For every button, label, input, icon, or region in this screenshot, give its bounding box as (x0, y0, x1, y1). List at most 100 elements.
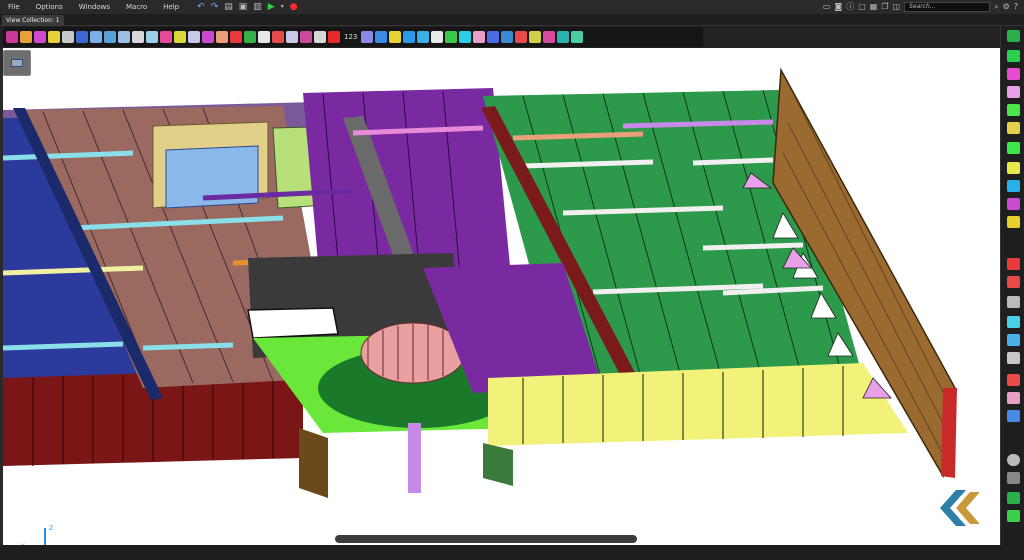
menu-help[interactable]: Help (155, 0, 187, 14)
flag-icon[interactable] (473, 31, 486, 43)
layer-icon[interactable] (375, 31, 388, 43)
screen-icon[interactable]: ▢ (858, 0, 866, 14)
settings-icon[interactable]: ⚙ (1003, 0, 1010, 14)
measure-icon[interactable] (286, 31, 298, 43)
application-window: { "menu": { "items": [ {"label": "File"}… (0, 0, 1024, 560)
undo-icon[interactable]: ↶ (197, 0, 205, 14)
rotate-icon[interactable] (202, 31, 214, 43)
tool-strip: 123 (3, 27, 703, 47)
plate-edit-icon[interactable] (272, 31, 284, 43)
search-icon[interactable]: ⌕ (994, 0, 998, 14)
pin-icon[interactable] (459, 31, 472, 43)
collapse-icon[interactable] (1007, 334, 1020, 346)
hand-icon[interactable] (1007, 122, 1020, 134)
sphere-grey-icon[interactable] (1007, 454, 1020, 466)
select-icon[interactable] (118, 31, 130, 43)
analysis-icon[interactable] (431, 31, 444, 43)
dimension-icon[interactable] (188, 31, 200, 43)
label-icon[interactable] (300, 31, 312, 43)
green-cube-icon[interactable] (1007, 30, 1020, 42)
filter-icon[interactable] (104, 31, 116, 43)
status-bar (0, 545, 1024, 560)
axis-icon[interactable] (1007, 276, 1020, 288)
stack-icon[interactable] (1007, 472, 1020, 484)
redo-icon[interactable]: ↷ (211, 0, 219, 14)
window-icon[interactable]: ▭ (823, 0, 831, 14)
open-icon[interactable]: ▤ (224, 0, 233, 14)
plate-icon[interactable] (48, 31, 60, 43)
mesh-icon[interactable] (361, 31, 374, 43)
surface-icon[interactable] (160, 31, 172, 43)
tool-icon[interactable] (1007, 296, 1020, 308)
point-icon[interactable] (174, 31, 186, 43)
weld-icon[interactable] (314, 31, 326, 43)
copy-icon[interactable] (1007, 86, 1020, 98)
stiffener-icon[interactable] (244, 31, 256, 43)
dropdown-icon[interactable]: ▾ (281, 0, 284, 14)
dimension-icon[interactable] (1007, 142, 1020, 154)
dock-icon[interactable]: ◫ (893, 0, 901, 14)
tab-bar: View Collection: 1 (0, 14, 1024, 26)
save-icon[interactable]: ▣ (239, 0, 248, 14)
grid-icon[interactable]: ▦ (870, 0, 878, 14)
arrow-icon[interactable] (1007, 258, 1020, 270)
arrow-down-icon[interactable] (389, 31, 402, 43)
3d-viewport[interactable]: Z Y X (3, 48, 1000, 545)
paint-icon[interactable] (1007, 198, 1020, 210)
info-icon[interactable]: ⓘ (846, 0, 854, 14)
sphere-icon[interactable] (20, 31, 32, 43)
horizontal-scrollbar[interactable] (335, 535, 637, 543)
cut-icon[interactable] (328, 31, 340, 43)
play-icon[interactable]: ▶ (268, 0, 275, 14)
sphere-icon[interactable] (1007, 392, 1020, 404)
pink-cube-icon[interactable] (1007, 68, 1020, 80)
layers-icon[interactable] (1007, 410, 1020, 422)
green-layer-icon[interactable] (1007, 492, 1020, 504)
ruler-icon[interactable] (529, 31, 542, 43)
shapes-icon[interactable] (62, 31, 74, 43)
layers-icon[interactable] (515, 31, 528, 43)
gear-icon[interactable] (1007, 352, 1020, 364)
panel-icon (11, 59, 23, 67)
move-icon[interactable] (1007, 316, 1020, 328)
undo-icon[interactable] (76, 31, 88, 43)
compass-icon[interactable] (557, 31, 570, 43)
cursor-icon[interactable] (90, 31, 102, 43)
camera-icon[interactable]: ◙ (834, 0, 842, 14)
check-icon[interactable] (1007, 104, 1020, 116)
menu-windows[interactable]: Windows (71, 0, 118, 14)
plane-icon[interactable] (543, 31, 556, 43)
material-icon[interactable] (216, 31, 228, 43)
target-icon[interactable] (1007, 180, 1020, 192)
panel-toggle-button[interactable] (3, 50, 31, 76)
print-icon[interactable]: ▥ (253, 0, 262, 14)
menu-macro[interactable]: Macro (118, 0, 155, 14)
help-icon[interactable] (1007, 374, 1020, 386)
beam-icon[interactable] (230, 31, 242, 43)
bracket-icon[interactable] (258, 31, 270, 43)
menu-file[interactable]: File (0, 0, 28, 14)
copy-icon[interactable]: ❐ (881, 0, 888, 14)
menu-options[interactable]: Options (28, 0, 71, 14)
section-icon[interactable] (403, 31, 416, 43)
search-input[interactable]: Search... (904, 2, 991, 12)
settings-icon[interactable] (571, 31, 584, 43)
model-icon[interactable] (132, 31, 144, 43)
color-icon[interactable] (34, 31, 46, 43)
lamp-icon[interactable] (1007, 216, 1020, 228)
stack-icon[interactable] (487, 31, 500, 43)
model-browser-icon[interactable] (1007, 50, 1020, 62)
green-stack-icon[interactable] (1007, 510, 1020, 522)
tab-view-collection[interactable]: View Collection: 1 (2, 15, 64, 26)
help-icon[interactable]: ? (1014, 0, 1018, 14)
record-icon[interactable]: ● (290, 0, 298, 14)
number-label[interactable]: 123 (342, 33, 359, 41)
clip-icon[interactable] (417, 31, 430, 43)
pen-icon[interactable] (1007, 162, 1020, 174)
menu-bar: File Options Windows Macro Help ↶ ↷ ▤ ▣ … (0, 0, 1024, 14)
grid-icon[interactable] (146, 31, 158, 43)
target-icon[interactable] (445, 31, 458, 43)
quick-access-toolbar: ↶ ↷ ▤ ▣ ▥ ▶ ▾ ● (197, 0, 297, 14)
view-icon[interactable] (6, 31, 18, 43)
triangle-icon[interactable] (501, 31, 514, 43)
